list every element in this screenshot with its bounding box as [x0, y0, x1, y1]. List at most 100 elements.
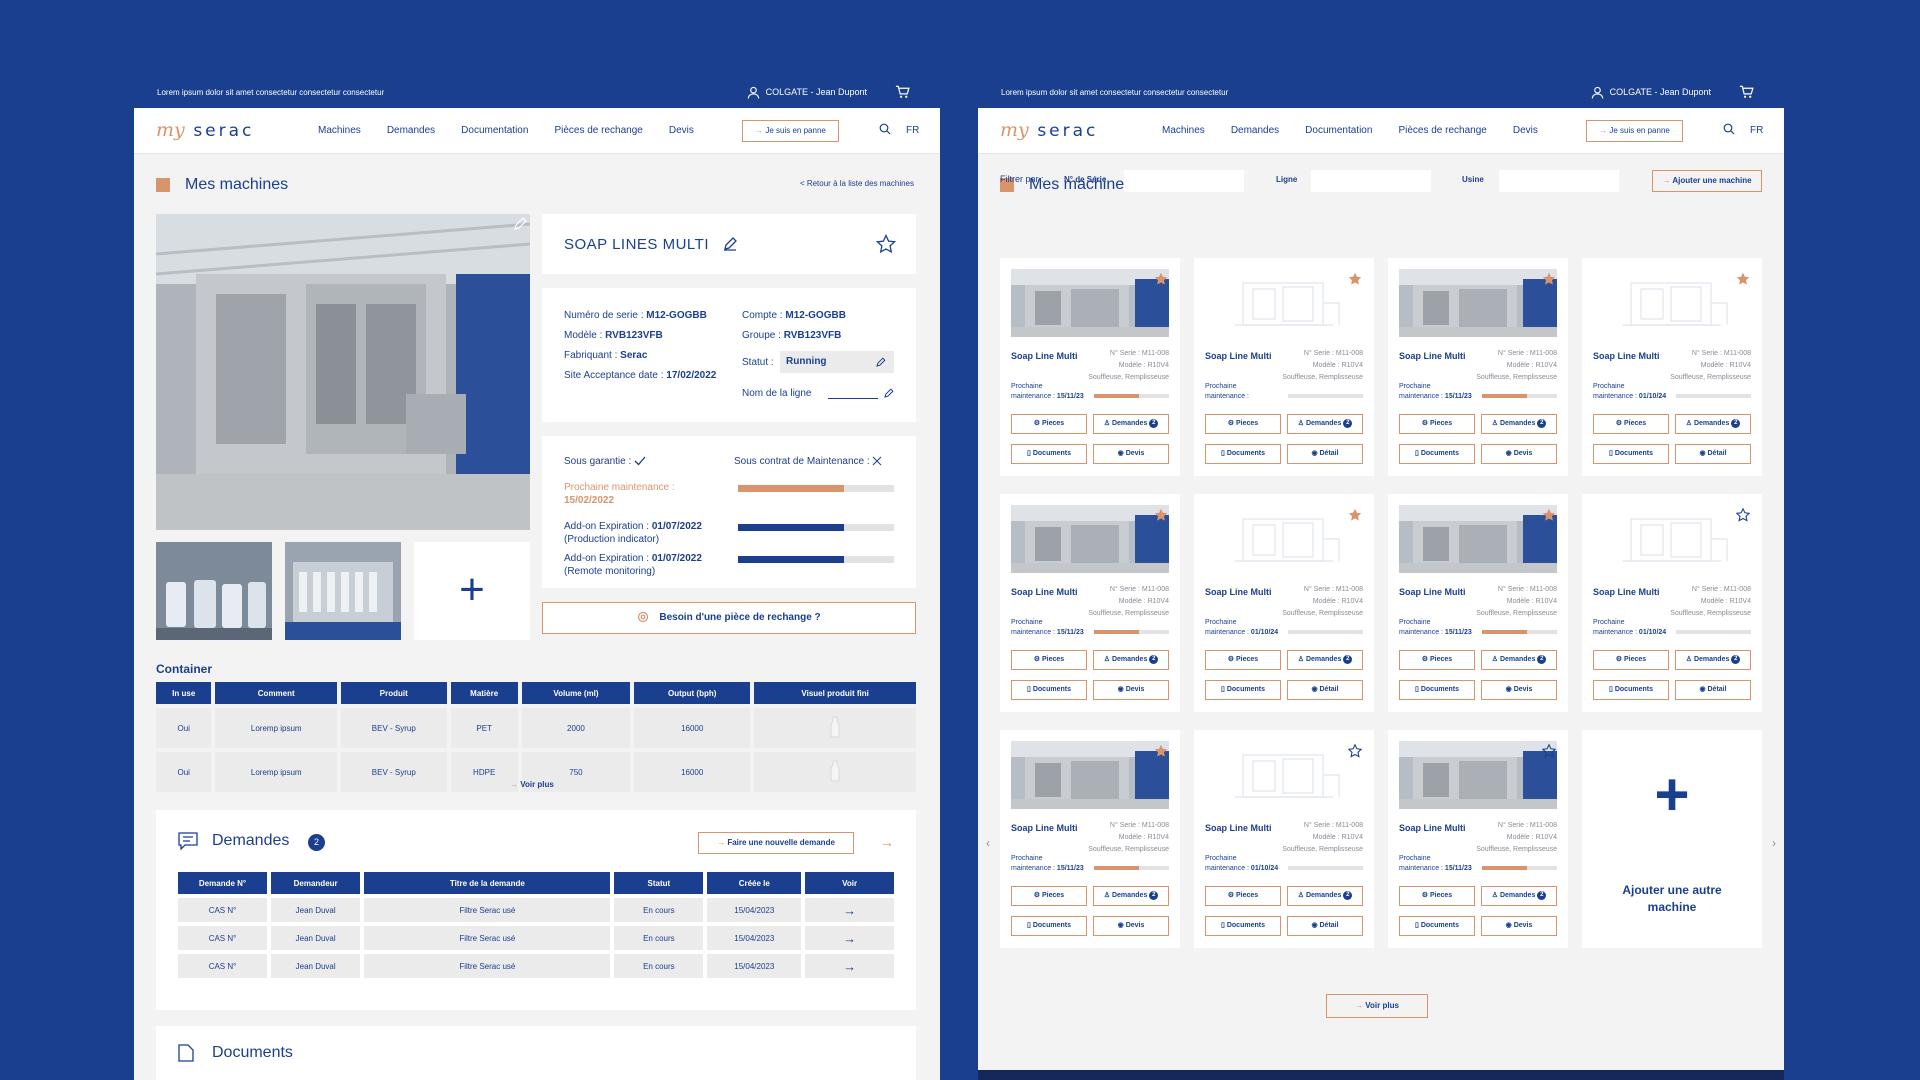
nav-devis[interactable]: Devis [669, 125, 694, 136]
nav-devis[interactable]: Devis [1513, 125, 1538, 136]
favorite-star-icon[interactable] [1154, 508, 1168, 522]
detail-button[interactable]: ◉ Détail [1287, 916, 1363, 936]
filter-ligne-input[interactable] [1311, 170, 1431, 192]
voir-plus-button[interactable]: → Voir plus [1326, 994, 1428, 1018]
demandes-button[interactable]: ♙ Demandes 2 [1287, 414, 1363, 434]
documents-button[interactable]: ▯ Documents [1011, 916, 1087, 936]
pieces-button[interactable]: ⚙ Pieces [1011, 650, 1087, 670]
nav-machines[interactable]: Machines [318, 125, 361, 136]
machine-card[interactable]: Soap Line Multi N° Serie : M11-008 Modèle … [1194, 730, 1374, 948]
documents-button[interactable]: ▯ Documents [1399, 680, 1475, 700]
nav-demandes[interactable]: Demandes [387, 125, 435, 136]
documents-button[interactable]: ▯ Documents [1399, 444, 1475, 464]
devis-button[interactable]: ◉ Devis [1481, 680, 1557, 700]
machine-photo[interactable] [1011, 505, 1169, 573]
table-row[interactable]: CAS N° Jean Duval Filtre Serac usé En co… [178, 926, 894, 950]
demandes-button[interactable]: ♙ Demandes 2 [1675, 650, 1751, 670]
filter-serie-input[interactable] [1124, 170, 1244, 192]
machine-thumb-1[interactable] [156, 542, 272, 640]
machine-photo[interactable] [1399, 741, 1557, 809]
favorite-star-icon[interactable] [1154, 744, 1168, 758]
demandes-button[interactable]: ♙ Demandes 2 [1287, 650, 1363, 670]
edit-name-icon[interactable] [722, 236, 738, 252]
nav-pieces[interactable]: Pièces de rechange [554, 125, 642, 136]
machine-photo[interactable] [1205, 269, 1363, 337]
devis-button[interactable]: ◉ Devis [1093, 680, 1169, 700]
add-photo-button[interactable]: + [414, 542, 530, 640]
search-icon[interactable] [879, 123, 891, 135]
machine-card[interactable]: Soap Line Multi N° Serie : M11-008 Modèle … [1194, 258, 1374, 476]
view-arrow-icon[interactable]: → [805, 898, 894, 922]
devis-button[interactable]: ◉ Devis [1093, 916, 1169, 936]
documents-button[interactable]: ▯ Documents [1205, 916, 1281, 936]
view-arrow-icon[interactable]: → [805, 926, 894, 950]
favorite-star-icon[interactable] [1736, 272, 1750, 286]
machine-photo[interactable] [1399, 505, 1557, 573]
machine-card[interactable]: Soap Line Multi N° Serie : M11-008 Modèle … [1582, 494, 1762, 712]
demandes-button[interactable]: ♙ Demandes 2 [1481, 886, 1557, 906]
panne-button[interactable]: → Je suis en panne [1586, 120, 1683, 142]
edit-photo-icon[interactable] [512, 216, 528, 232]
demandes-button[interactable]: ♙ Demandes 2 [1675, 414, 1751, 434]
nav-documentation[interactable]: Documentation [1305, 125, 1372, 136]
machine-card[interactable]: Soap Line Multi N° Serie : M11-008 Modèle … [1582, 258, 1762, 476]
favorite-star-icon[interactable] [1736, 508, 1750, 522]
pieces-button[interactable]: ⚙ Pieces [1011, 886, 1087, 906]
add-machine-card[interactable]: + Ajouter une autre machine [1582, 730, 1762, 948]
machine-photo[interactable] [1205, 741, 1363, 809]
favorite-star-icon[interactable] [1348, 272, 1362, 286]
documents-button[interactable]: ▯ Documents [1593, 680, 1669, 700]
view-arrow-icon[interactable]: → [805, 954, 894, 978]
language-switch[interactable]: FR [1750, 125, 1763, 136]
favorite-star-icon[interactable] [1348, 744, 1362, 758]
cart-icon[interactable] [1739, 85, 1754, 99]
detail-button[interactable]: ◉ Détail [1287, 680, 1363, 700]
favorite-star-icon[interactable] [1542, 508, 1556, 522]
devis-button[interactable]: ◉ Devis [1481, 916, 1557, 936]
machine-card[interactable]: Soap Line Multi N° Serie : M11-008 Modèle … [1000, 730, 1180, 948]
machine-photo[interactable] [1011, 741, 1169, 809]
favorite-star-icon[interactable] [876, 234, 896, 254]
pieces-button[interactable]: ⚙ Pieces [1205, 650, 1281, 670]
demandes-expand-arrow[interactable]: → [880, 834, 894, 850]
filter-usine-input[interactable] [1499, 170, 1619, 192]
demandes-button[interactable]: ♙ Demandes 2 [1481, 414, 1557, 434]
carousel-next-icon[interactable]: › [1772, 836, 1776, 850]
machine-photo[interactable] [1205, 505, 1363, 573]
favorite-star-icon[interactable] [1542, 744, 1556, 758]
table-row[interactable]: CAS N° Jean Duval Filtre Serac usé En co… [178, 954, 894, 978]
machine-card[interactable]: Soap Line Multi N° Serie : M11-008 Modèle … [1000, 258, 1180, 476]
detail-button[interactable]: ◉ Détail [1287, 444, 1363, 464]
ajouter-machine-button[interactable]: → Ajouter une machine [1652, 170, 1762, 192]
user-menu[interactable]: COLGATE - Jean Dupont [747, 85, 910, 99]
nav-documentation[interactable]: Documentation [461, 125, 528, 136]
nom-ligne-input[interactable] [828, 398, 878, 399]
machine-card[interactable]: Soap Line Multi N° Serie : M11-008 Modèle … [1388, 730, 1568, 948]
machine-card[interactable]: Soap Line Multi N° Serie : M11-008 Modèle … [1388, 258, 1568, 476]
edit-ligne-icon[interactable] [884, 388, 894, 398]
documents-button[interactable]: ▯ Documents [1011, 444, 1087, 464]
machine-photo[interactable] [1399, 269, 1557, 337]
detail-button[interactable]: ◉ Détail [1675, 680, 1751, 700]
myserac-logo[interactable]: my serac [1000, 119, 1098, 142]
nav-machines[interactable]: Machines [1162, 125, 1205, 136]
devis-button[interactable]: ◉ Devis [1481, 444, 1557, 464]
nav-demandes[interactable]: Demandes [1231, 125, 1279, 136]
table-row[interactable]: CAS N° Jean Duval Filtre Serac usé En co… [178, 898, 894, 922]
demandes-button[interactable]: ♙ Demandes 2 [1093, 650, 1169, 670]
pieces-button[interactable]: ⚙ Pieces [1593, 414, 1669, 434]
pieces-button[interactable]: ⚙ Pieces [1399, 414, 1475, 434]
nav-pieces[interactable]: Pièces de rechange [1398, 125, 1486, 136]
documents-button[interactable]: ▯ Documents [1205, 680, 1281, 700]
favorite-star-icon[interactable] [1154, 272, 1168, 286]
machine-photo[interactable] [1011, 269, 1169, 337]
pieces-button[interactable]: ⚙ Pieces [1011, 414, 1087, 434]
pieces-button[interactable]: ⚙ Pieces [1593, 650, 1669, 670]
documents-button[interactable]: ▯ Documents [1593, 444, 1669, 464]
demandes-button[interactable]: ♙ Demandes 2 [1287, 886, 1363, 906]
panne-button[interactable]: → Je suis en panne [742, 120, 839, 142]
machine-card[interactable]: Soap Line Multi N° Serie : M11-008 Modèle … [1000, 494, 1180, 712]
demandes-button[interactable]: ♙ Demandes 2 [1093, 414, 1169, 434]
piece-rechange-button[interactable]: Besoin d'une pièce de rechange ? [542, 602, 916, 634]
carousel-prev-icon[interactable]: ‹ [986, 836, 990, 850]
